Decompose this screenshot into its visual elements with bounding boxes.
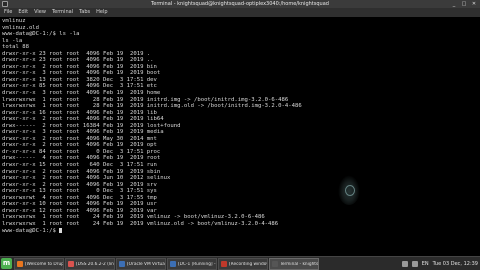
taskbar-item-terminal[interactable]: Terminal - knightsquad@... <box>269 258 319 270</box>
terminal-line: lrwxrwxrwx 1 root root 24 Feb 19 2019 vm… <box>2 214 265 221</box>
virtualbox-icon <box>170 261 176 267</box>
minimize-button[interactable]: _ <box>451 1 457 7</box>
taskbar-item-label: [Welcome to Drupal Site ... <box>25 261 63 267</box>
system-tray: EN Tue 03 Dec, 12:39 <box>401 258 478 270</box>
terminal-app-icon <box>2 1 8 7</box>
network-icon[interactable] <box>401 261 408 267</box>
window-title: Terminal - knightsquad@knightsquad-optip… <box>151 1 329 7</box>
terminal-line: lrwxrwxrwx 1 root root 28 Feb 19 2019 in… <box>2 103 302 110</box>
taskbar-window-list: [Welcome to Drupal Site ... [DSS 20.6.2-… <box>14 258 319 270</box>
terminal-icon <box>272 261 278 267</box>
window-titlebar: Terminal - knightsquad@knightsquad-optip… <box>0 0 480 8</box>
firefox-icon <box>17 261 23 267</box>
taskbar-item-recording[interactable]: [Recording window] - Si... <box>218 258 268 270</box>
menu-edit[interactable]: Edit <box>18 8 28 17</box>
taskbar-item-label: [DC-1 [Running] - Oracl... <box>178 261 216 267</box>
clock[interactable]: Tue 03 Dec, 12:39 <box>433 261 478 267</box>
menu-file[interactable]: File <box>4 8 12 17</box>
maximize-button[interactable]: □ <box>461 1 467 7</box>
taskbar-item-label: [Recording window] - Si... <box>229 261 267 267</box>
taskbar-item-firefox[interactable]: [Welcome to Drupal Site ... <box>14 258 64 270</box>
taskbar-item-label: [Oracle VM VirtualBox M... <box>127 261 165 267</box>
terminal-prompt: www-data@DC-1:/$ <box>2 227 60 234</box>
taskbar-item-virtualbox-manager[interactable]: [Oracle VM VirtualBox M... <box>116 258 166 270</box>
terminal-prompt-line[interactable]: www-data@DC-1:/$ <box>2 227 302 235</box>
volume-icon[interactable] <box>411 261 418 267</box>
mint-menu-icon: m <box>2 259 11 267</box>
keyboard-layout-indicator[interactable]: EN <box>422 261 429 267</box>
text-cursor <box>59 227 63 233</box>
wallpaper-logo-icon <box>338 175 360 205</box>
window-controls: _ □ ✕ <box>451 1 477 7</box>
terminal-lines: vmlinuz vmlinuz.old www-data@DC-1:/$ ls … <box>2 18 302 234</box>
taskbar-item-label: Terminal - knightsquad@... <box>280 261 318 267</box>
terminal-output-area[interactable]: vmlinuz vmlinuz.old www-data@DC-1:/$ ls … <box>0 17 480 256</box>
taskbar-item-dc1-vm[interactable]: [DC-1 [Running] - Oracl... <box>167 258 217 270</box>
start-menu-button[interactable]: m <box>1 258 12 269</box>
taskbar: m [Welcome to Drupal Site ... [DSS 20.6.… <box>0 256 480 270</box>
menu-help[interactable]: Help <box>96 8 107 17</box>
menu-view[interactable]: View <box>34 8 46 17</box>
virtualbox-icon <box>119 261 125 267</box>
menu-tabs[interactable]: Tabs <box>79 8 90 17</box>
browser-icon <box>68 261 74 267</box>
taskbar-item-label: [DSS 20.6.2-2 (linux) - W... <box>76 261 114 267</box>
close-button[interactable]: ✕ <box>471 1 477 7</box>
taskbar-item-dss[interactable]: [DSS 20.6.2-2 (linux) - W... <box>65 258 115 270</box>
recorder-icon <box>221 261 227 267</box>
menu-bar: File Edit View Terminal Tabs Help <box>0 8 480 17</box>
menu-terminal[interactable]: Terminal <box>52 8 73 17</box>
